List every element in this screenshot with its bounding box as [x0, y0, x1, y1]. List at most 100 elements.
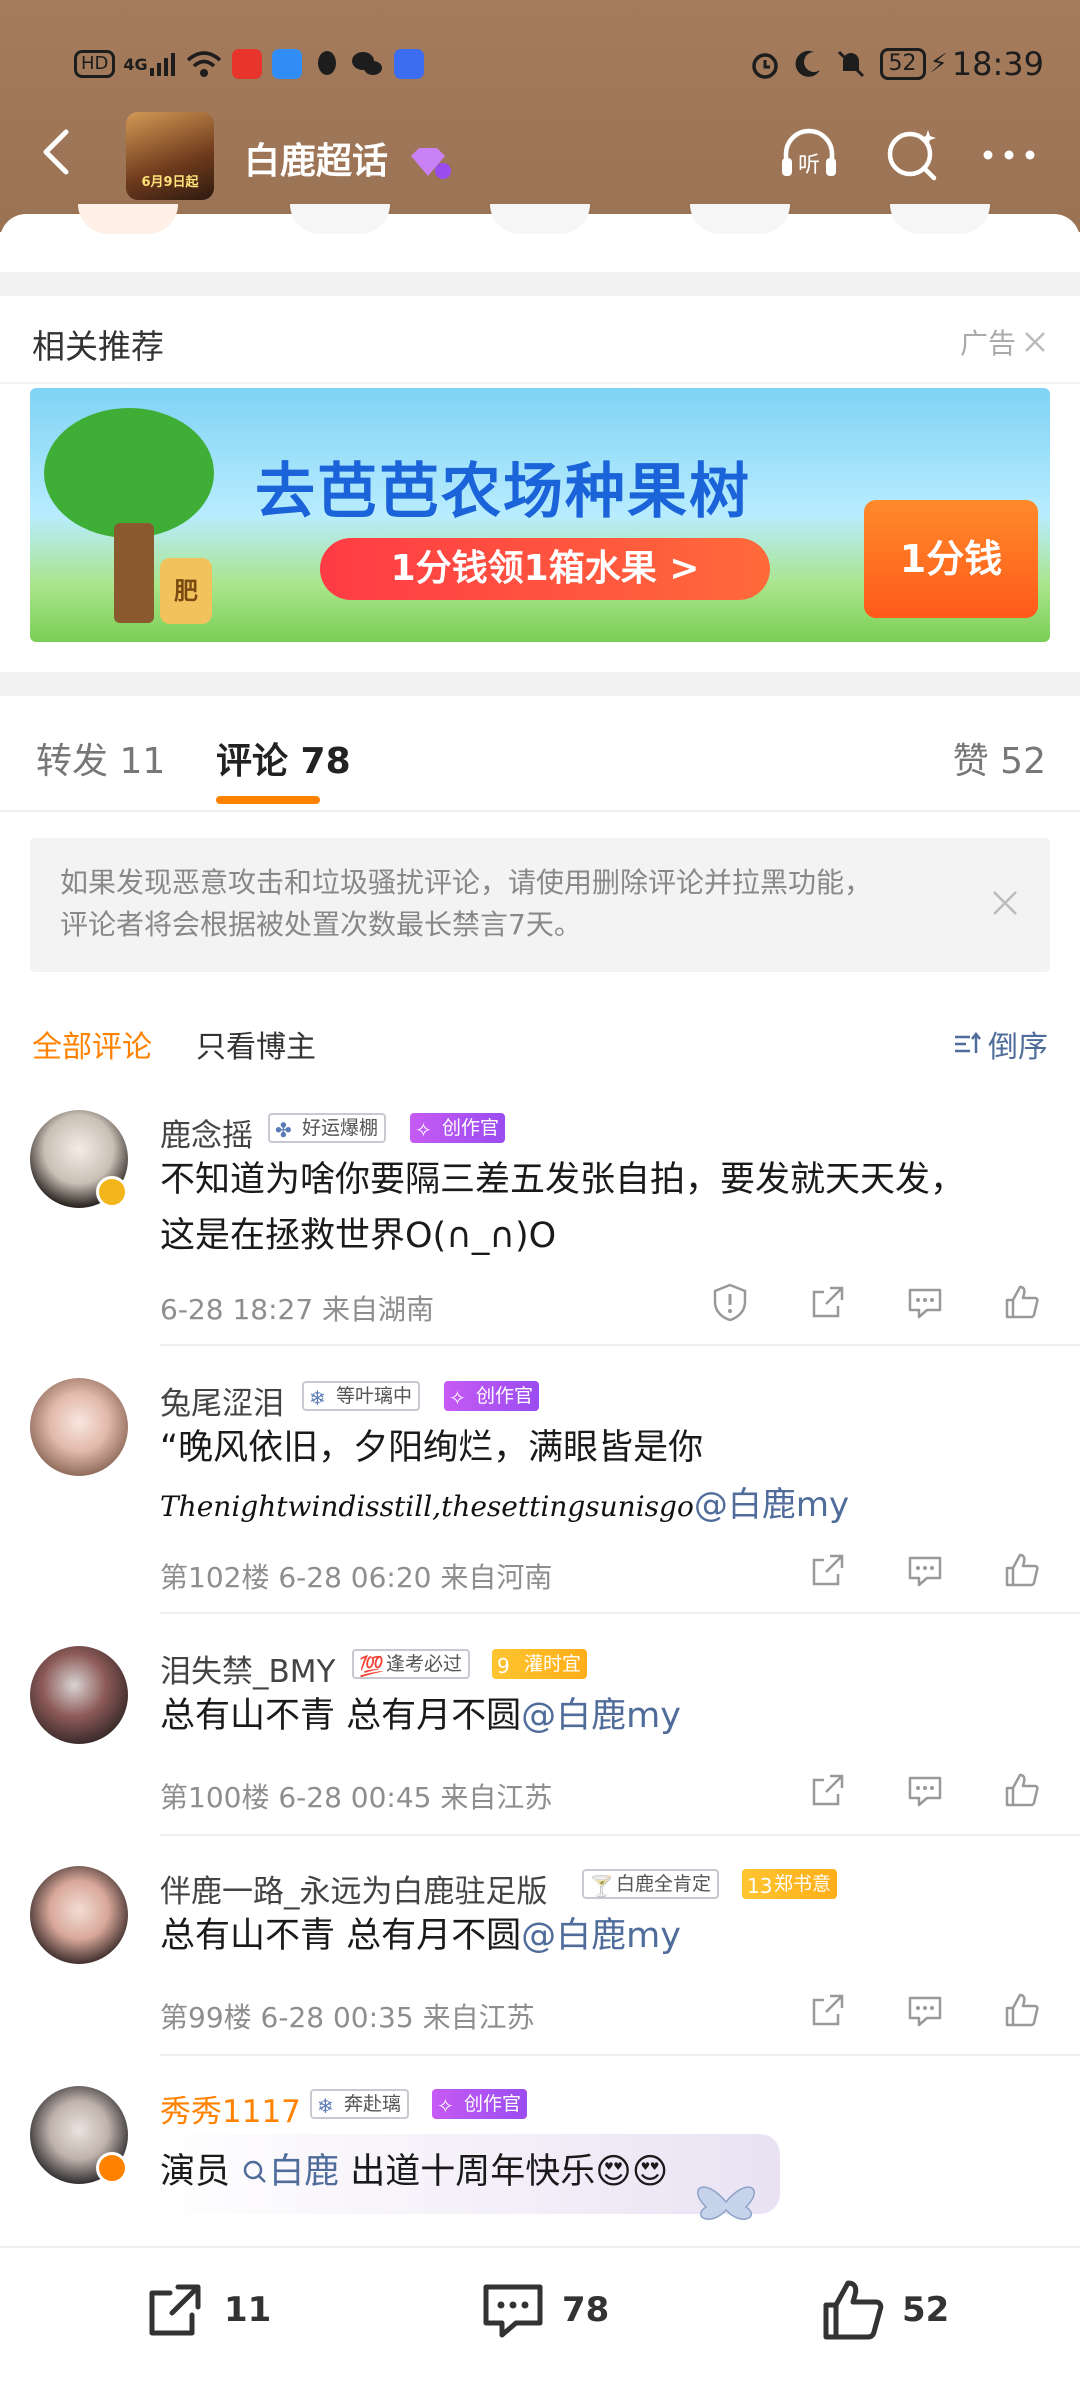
comment-text: 不知道为啥你要隔三差五发张自拍，要发就天天发， 这是在拯救世界O(∩_∩)O [160, 1152, 1040, 1264]
reply-icon[interactable] [905, 1550, 945, 1590]
tab-like[interactable]: 赞 52 [953, 732, 1046, 784]
ad-label[interactable]: 广告 [960, 322, 1048, 362]
user-avatar[interactable] [30, 1378, 128, 1476]
fan-medal[interactable]: ✤ 好运爆棚 [268, 1113, 387, 1143]
share-icon [149, 2284, 201, 2336]
comment-username[interactable]: 鹿念摇 [160, 1110, 253, 1155]
search-sparkle-icon[interactable] [880, 122, 946, 188]
mention-link[interactable]: @白鹿my [521, 1696, 681, 1736]
tab-repost[interactable]: 转发 11 [36, 732, 165, 784]
fan-medal[interactable]: ❄ 等叶璃中 [302, 1381, 421, 1411]
divider [160, 2054, 1080, 2056]
comment-meta: 第102楼 6-28 06:20 来自河南 [160, 1561, 553, 1594]
partial-avatar [78, 204, 178, 234]
partial-avatar [290, 204, 390, 234]
reply-icon[interactable] [905, 1770, 945, 1810]
filter-all-comments[interactable]: 全部评论 [32, 1022, 152, 1066]
like-icon[interactable] [1002, 1770, 1042, 1810]
supertopic-avatar[interactable]: 6月9日起 [126, 112, 214, 200]
level-badge-text: 灌时宜 [524, 1653, 582, 1675]
sort-toggle[interactable]: 倒序 [952, 1022, 1048, 1066]
fan-medal-text: 好运爆棚 [302, 1117, 379, 1139]
alarm-icon [751, 53, 778, 79]
topic-text: 白鹿 [269, 2152, 340, 2192]
tab-comment[interactable]: 评论 78 [216, 732, 351, 784]
bottom-like-button[interactable]: 52 [818, 2278, 949, 2342]
creator-badge[interactable]: ✧ 创作官 [432, 2089, 528, 2119]
comment-text-line-2: 这是在拯救世界O(∩_∩)O [160, 1216, 557, 1256]
mention-link[interactable]: @白鹿my [521, 1916, 681, 1956]
verified-badge-icon [96, 1176, 128, 1208]
hundred-icon: 💯 [359, 1654, 384, 1678]
trophy-icon: 🍸 [589, 1874, 614, 1898]
comment-username[interactable]: 秀秀1117 [160, 2086, 301, 2131]
comment-text: 总有山不青 总有月不圆@白鹿my [160, 1688, 1040, 1744]
comment-meta: 6-28 18:27 来自湖南 [160, 1293, 435, 1326]
topic-link[interactable]: 白鹿 [241, 2152, 339, 2192]
moderation-notice: 如果发现恶意攻击和垃圾骚扰评论，请使用删除评论并拉黑功能， 评论者将会根据被处置… [30, 838, 1050, 972]
comment-body-suffix: 出道十周年快乐😍😍 [339, 2152, 669, 2192]
user-avatar[interactable] [30, 1646, 128, 1744]
share-icon[interactable] [808, 1990, 848, 2030]
fan-medal-text: 奔赴璃 [344, 2093, 402, 2115]
fan-medal[interactable]: 🍸 白鹿全肯定 [582, 1869, 720, 1899]
snowflake-icon: ❄ [317, 2094, 334, 2118]
scrolled-avatar-row [0, 204, 1080, 240]
like-icon[interactable] [1002, 1282, 1042, 1322]
section-gap [0, 272, 1080, 296]
filter-blogger-only[interactable]: 只看博主 [196, 1022, 316, 1066]
banner-cta-button[interactable]: 1分钱领1箱水果 > [320, 538, 770, 600]
fertilizer-bag: 肥 [160, 558, 212, 624]
clock: 18:39 [951, 45, 1044, 83]
mention-link[interactable]: @白鹿my [694, 1485, 849, 1525]
reply-icon[interactable] [905, 1990, 945, 2030]
sort-label: 倒序 [988, 1030, 1048, 1065]
divider [0, 382, 1080, 384]
comment-username[interactable]: 泪失禁_BMY [160, 1646, 335, 1691]
divider [160, 1612, 1080, 1614]
app-icon-compass [393, 49, 424, 79]
level-badge[interactable]: 13 郑书意 [742, 1869, 838, 1899]
hd-label: HD [74, 50, 116, 78]
wifi-icon [186, 51, 221, 77]
close-icon[interactable] [990, 888, 1020, 918]
nav-bar: 6月9日起 白鹿超话 听 [0, 100, 1080, 210]
charging-icon: ⚡ [929, 49, 948, 79]
close-icon[interactable] [1022, 329, 1048, 355]
level-badge-text: 郑书意 [774, 1873, 832, 1895]
comment-meta: 第99楼 6-28 00:35 来自江苏 [160, 2001, 535, 2034]
like-icon [823, 2280, 884, 2340]
creator-badge[interactable]: ✧ 创作官 [444, 1381, 540, 1411]
creator-badge-text: 创作官 [476, 1385, 534, 1407]
creator-badge[interactable]: ✧ 创作官 [410, 1113, 506, 1143]
comment-body-prefix: 演员 [160, 2152, 242, 2192]
more-options-icon[interactable] [976, 122, 1042, 188]
ad-banner[interactable]: 肥 去芭芭农场种果树 1分钱领1箱水果 > 1分钱 [30, 388, 1050, 642]
share-icon[interactable] [808, 1770, 848, 1810]
fan-medal[interactable]: 💯 逢考必过 [352, 1649, 471, 1679]
fan-medal-text: 等叶璃中 [336, 1385, 413, 1407]
comment-body: 总有山不青 总有月不圆 [160, 1916, 522, 1956]
bottom-repost-button[interactable]: 11 [140, 2278, 271, 2342]
fan-medal[interactable]: ❄ 奔赴璃 [310, 2089, 410, 2119]
partial-avatar [490, 204, 590, 234]
like-icon[interactable] [1002, 1990, 1042, 2030]
reply-icon[interactable] [905, 1282, 945, 1322]
butterfly-decoration-icon [696, 2186, 756, 2220]
report-icon[interactable] [710, 1282, 750, 1322]
search-icon [243, 2160, 267, 2183]
bottom-comment-button[interactable]: 78 [478, 2278, 609, 2342]
listen-icon[interactable]: 听 [776, 122, 842, 188]
back-arrow-icon[interactable] [28, 122, 88, 182]
user-avatar[interactable] [30, 1866, 128, 1964]
comment-username[interactable]: 伴鹿一路_永远为白鹿驻足版 [160, 1866, 548, 1911]
like-icon[interactable] [1002, 1550, 1042, 1590]
share-icon[interactable] [808, 1550, 848, 1590]
tab-active-indicator [216, 796, 320, 804]
level-badge[interactable]: 9 灌时宜 [492, 1649, 588, 1679]
share-icon[interactable] [808, 1282, 848, 1322]
comment-username[interactable]: 兔尾涩泪 [160, 1378, 284, 1423]
comment-text: 演员 白鹿 出道十周年快乐😍😍 [160, 2144, 1040, 2200]
sort-icon [955, 1031, 981, 1053]
app-icon-blue [271, 49, 302, 79]
